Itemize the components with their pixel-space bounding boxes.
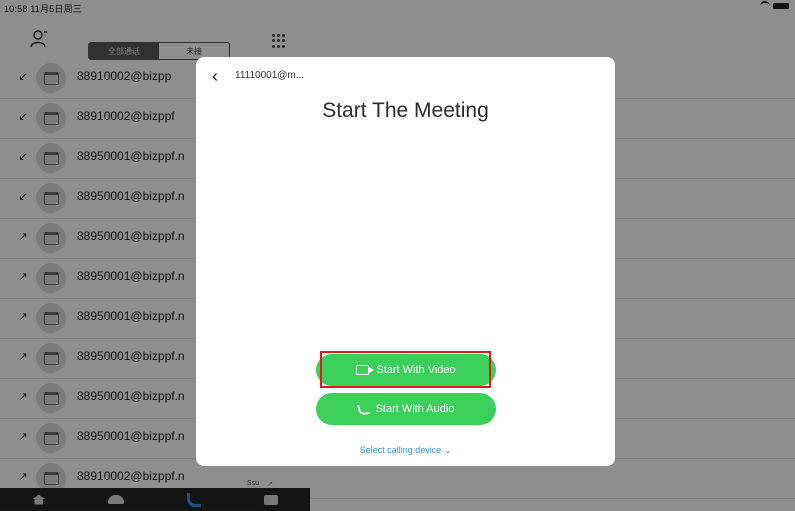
- dialog-header-title: 11110001@m...: [235, 70, 305, 81]
- start-with-video-label: Start With Video: [376, 364, 456, 376]
- start-with-video-button[interactable]: Start With Video: [316, 354, 496, 386]
- start-meeting-dialog: ‹ 11110001@m... Start The Meeting Start …: [196, 57, 615, 466]
- phone-handset-icon: [356, 402, 370, 416]
- video-camera-icon: [356, 365, 375, 375]
- dialog-title: Start The Meeting: [322, 99, 489, 122]
- start-with-audio-button[interactable]: Start With Audio: [316, 393, 496, 425]
- start-with-audio-label: Start With Audio: [375, 403, 455, 415]
- select-calling-device-link[interactable]: Select calling device ⌄: [196, 445, 615, 456]
- back-arrow-icon[interactable]: ‹: [212, 67, 218, 85]
